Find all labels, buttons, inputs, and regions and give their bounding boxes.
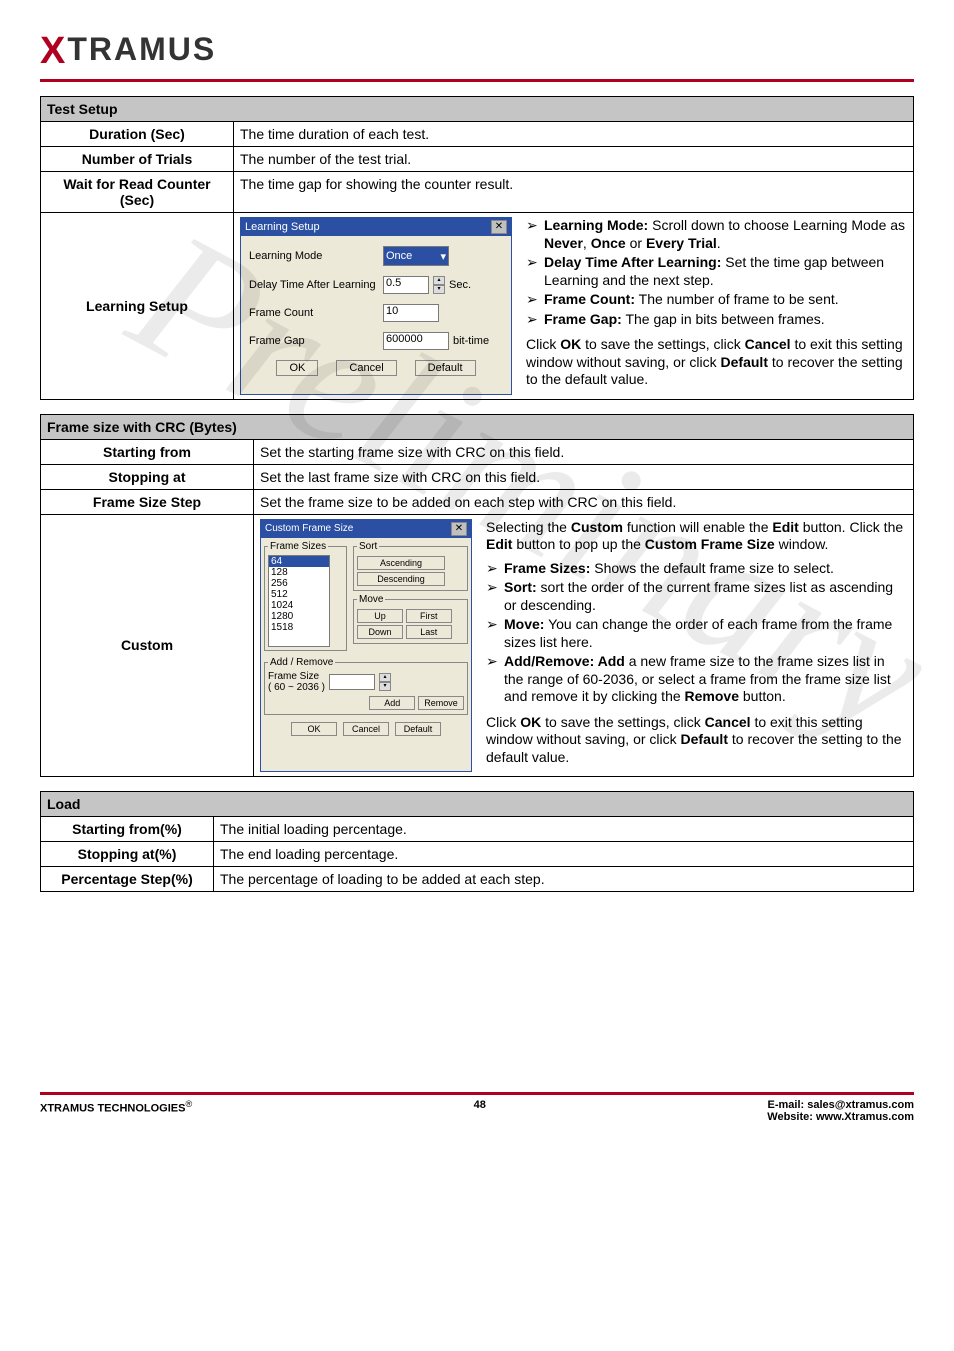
chevron-down-icon: ▾ [440, 250, 446, 263]
down-button[interactable]: Down [357, 625, 403, 639]
fs-step-desc: Set the frame size to be added on each s… [254, 489, 914, 514]
add-button[interactable]: Add [369, 696, 415, 710]
learning-ok-button[interactable]: OK [276, 360, 318, 376]
close-icon[interactable]: ✕ [451, 522, 467, 536]
header-divider [40, 79, 914, 82]
custom-default-button[interactable]: Default [395, 722, 441, 736]
frame-size-input[interactable] [329, 674, 375, 690]
fs-starting-label: Starting from [41, 439, 254, 464]
list-item[interactable]: 256 [269, 578, 329, 589]
up-button[interactable]: Up [357, 609, 403, 623]
test-setup-header: Test Setup [41, 97, 914, 122]
custom-cancel-button[interactable]: Cancel [343, 722, 389, 736]
load-step-desc: The percentage of loading to be added at… [214, 867, 914, 892]
first-button[interactable]: First [406, 609, 452, 623]
brand-rest: TRAMUS [67, 31, 216, 67]
close-icon[interactable]: ✕ [491, 220, 507, 234]
framecount-input[interactable]: 10 [383, 304, 439, 322]
registered-icon: ® [185, 1099, 192, 1109]
frame-size-label: Frame Size [268, 671, 325, 682]
framegap-input[interactable]: 600000 [383, 332, 449, 350]
framecount-label: Frame Count [249, 307, 379, 319]
delay-spinner[interactable]: ▴▾ [433, 276, 445, 294]
learning-description: Learning Mode: Scroll down to choose Lea… [526, 217, 907, 395]
fs-custom-label: Custom [41, 514, 254, 777]
load-starting-label: Starting from(%) [41, 817, 214, 842]
page-number: 48 [474, 1099, 486, 1111]
frame-size-range: ( 60 ~ 2036 ) [268, 682, 325, 693]
footer-email: sales@xtramus.com [807, 1099, 914, 1111]
test-setup-table: Test Setup Duration (Sec) The time durat… [40, 96, 914, 400]
load-starting-desc: The initial loading percentage. [214, 817, 914, 842]
learning-cancel-button[interactable]: Cancel [336, 360, 396, 376]
custom-frame-size-dialog: Custom Frame Size ✕ Frame Sizes 64 128 2… [260, 519, 472, 773]
remove-button[interactable]: Remove [418, 696, 464, 710]
learning-default-button[interactable]: Default [415, 360, 476, 376]
load-stopping-label: Stopping at(%) [41, 842, 214, 867]
frame-size-header: Frame size with CRC (Bytes) [41, 414, 914, 439]
fs-starting-desc: Set the starting frame size with CRC on … [254, 439, 914, 464]
footer-company: XTRAMUS TECHNOLOGIES [40, 1103, 185, 1115]
custom-dialog-title: Custom Frame Size [265, 523, 353, 534]
fs-stopping-label: Stopping at [41, 464, 254, 489]
list-item[interactable]: 512 [269, 589, 329, 600]
page-footer: XTRAMUS TECHNOLOGIES® 48 E-mail: sales@x… [40, 1092, 914, 1123]
delay-input[interactable]: 0.5 [383, 276, 429, 294]
add-remove-legend: Add / Remove [268, 657, 335, 668]
trials-desc: The number of the test trial. [234, 147, 914, 172]
list-item[interactable]: 64 [269, 556, 329, 567]
load-step-label: Percentage Step(%) [41, 867, 214, 892]
duration-label: Duration (Sec) [41, 122, 234, 147]
framegap-label: Frame Gap [249, 335, 379, 347]
learning-setup-dialog: Learning Setup ✕ Learning Mode Once▾ Del… [240, 217, 512, 395]
learning-dialog-title: Learning Setup [245, 221, 320, 233]
learning-mode-label: Learning Mode [249, 250, 379, 262]
framegap-unit: bit-time [453, 335, 489, 347]
list-item[interactable]: 1024 [269, 600, 329, 611]
footer-site-label: Website: [767, 1111, 816, 1123]
delay-unit: Sec. [449, 279, 471, 291]
footer-site: www.Xtramus.com [816, 1111, 914, 1123]
custom-ok-button[interactable]: OK [291, 722, 337, 736]
footer-divider [40, 1092, 914, 1095]
footer-email-label: E-mail: [768, 1099, 808, 1111]
brand-x: X [40, 30, 67, 72]
learning-label: Learning Setup [41, 213, 234, 400]
load-stopping-desc: The end loading percentage. [214, 842, 914, 867]
ascending-button[interactable]: Ascending [357, 556, 445, 570]
learning-mode-select[interactable]: Once▾ [383, 246, 449, 266]
duration-desc: The time duration of each test. [234, 122, 914, 147]
move-legend: Move [357, 594, 385, 605]
load-table: Load Starting from(%) The initial loadin… [40, 791, 914, 892]
list-item[interactable]: 1518 [269, 622, 329, 633]
list-item[interactable]: 128 [269, 567, 329, 578]
frame-sizes-legend: Frame Sizes [268, 541, 328, 552]
wait-label: Wait for Read Counter (Sec) [41, 172, 234, 213]
trials-label: Number of Trials [41, 147, 234, 172]
frame-sizes-listbox[interactable]: 64 128 256 512 1024 1280 1518 [268, 555, 330, 647]
frame-size-table: Frame size with CRC (Bytes) Starting fro… [40, 414, 914, 778]
brand-logo: XTRAMUS [40, 30, 914, 73]
list-item[interactable]: 1280 [269, 611, 329, 622]
wait-desc: The time gap for showing the counter res… [234, 172, 914, 213]
last-button[interactable]: Last [406, 625, 452, 639]
fs-stopping-desc: Set the last frame size with CRC on this… [254, 464, 914, 489]
sort-legend: Sort [357, 541, 379, 552]
load-header: Load [41, 792, 914, 817]
descending-button[interactable]: Descending [357, 572, 445, 586]
delay-label: Delay Time After Learning [249, 279, 379, 291]
frame-size-spinner[interactable]: ▴▾ [379, 673, 391, 691]
fs-step-label: Frame Size Step [41, 489, 254, 514]
custom-description: Selecting the Custom function will enabl… [486, 519, 907, 773]
